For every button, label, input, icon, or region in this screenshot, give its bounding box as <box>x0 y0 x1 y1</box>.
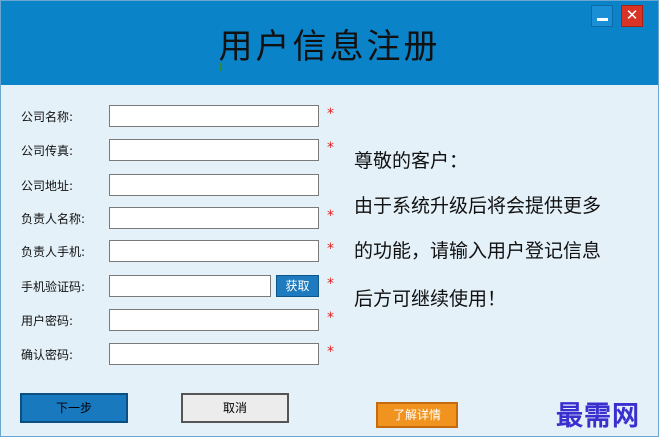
password-field[interactable] <box>109 309 319 331</box>
form-row-password: 用户密码: * <box>1 308 346 332</box>
form-row-contact-phone: 负责人手机: * <box>1 239 346 263</box>
company-name-field[interactable] <box>109 105 319 127</box>
form-row-company-address: 公司地址: <box>1 173 346 197</box>
confirm-password-label: 确认密码: <box>21 348 74 362</box>
required-marker: * <box>327 310 334 326</box>
company-address-field[interactable] <box>109 174 319 196</box>
minimize-icon[interactable] <box>591 5 613 27</box>
form-row-confirm-password: 确认密码: * <box>1 342 346 366</box>
confirm-password-field[interactable] <box>109 343 319 365</box>
form-row-company-name: 公司名称: * <box>1 104 346 128</box>
form-row-company-fax: 公司传真: * <box>1 138 346 162</box>
contact-phone-label: 负责人手机: <box>21 245 86 259</box>
notice-line-3: 后方可继续使用！ <box>354 288 507 310</box>
company-name-label: 公司名称: <box>21 110 74 124</box>
window-title: 用户信息注册 <box>218 27 441 67</box>
contact-phone-field[interactable] <box>109 240 319 262</box>
contact-name-field[interactable] <box>109 207 319 229</box>
required-marker: * <box>327 241 334 257</box>
title-bar: 用户信息注册 ✕ <box>1 1 658 85</box>
notice-greeting: 尊敬的客户： <box>354 150 469 172</box>
brand-logo: 最需网 <box>556 401 640 432</box>
contact-name-label: 负责人名称: <box>21 212 86 226</box>
required-marker: * <box>327 140 334 156</box>
learn-more-button[interactable]: 了解详情 <box>376 402 458 428</box>
required-marker: * <box>327 106 334 122</box>
close-icon[interactable]: ✕ <box>621 5 643 27</box>
verification-code-label: 手机验证码: <box>21 280 86 294</box>
required-marker: * <box>327 276 334 292</box>
form-row-contact-name: 负责人名称: * <box>1 206 346 230</box>
get-code-button[interactable]: 获取 <box>276 275 319 297</box>
company-fax-field[interactable] <box>109 139 319 161</box>
verification-code-field[interactable] <box>109 275 271 297</box>
company-fax-label: 公司传真: <box>21 144 74 158</box>
notice-line-2: 的功能，请输入用户登记信息 <box>354 240 602 262</box>
required-marker: * <box>327 344 334 360</box>
company-address-label: 公司地址: <box>21 179 74 193</box>
notice-line-1: 由于系统升级后将会提供更多 <box>354 195 602 217</box>
password-label: 用户密码: <box>21 314 74 328</box>
title-decoration <box>220 63 221 71</box>
required-marker: * <box>327 208 334 224</box>
next-step-button[interactable]: 下一步 <box>20 393 128 423</box>
registration-window: 用户信息注册 ✕ 公司名称: * 公司传真: * 公司地址: 负责人名称: * … <box>0 0 659 437</box>
form-row-verification-code: 手机验证码: 获取 * <box>1 274 346 298</box>
cancel-button[interactable]: 取消 <box>181 393 289 423</box>
